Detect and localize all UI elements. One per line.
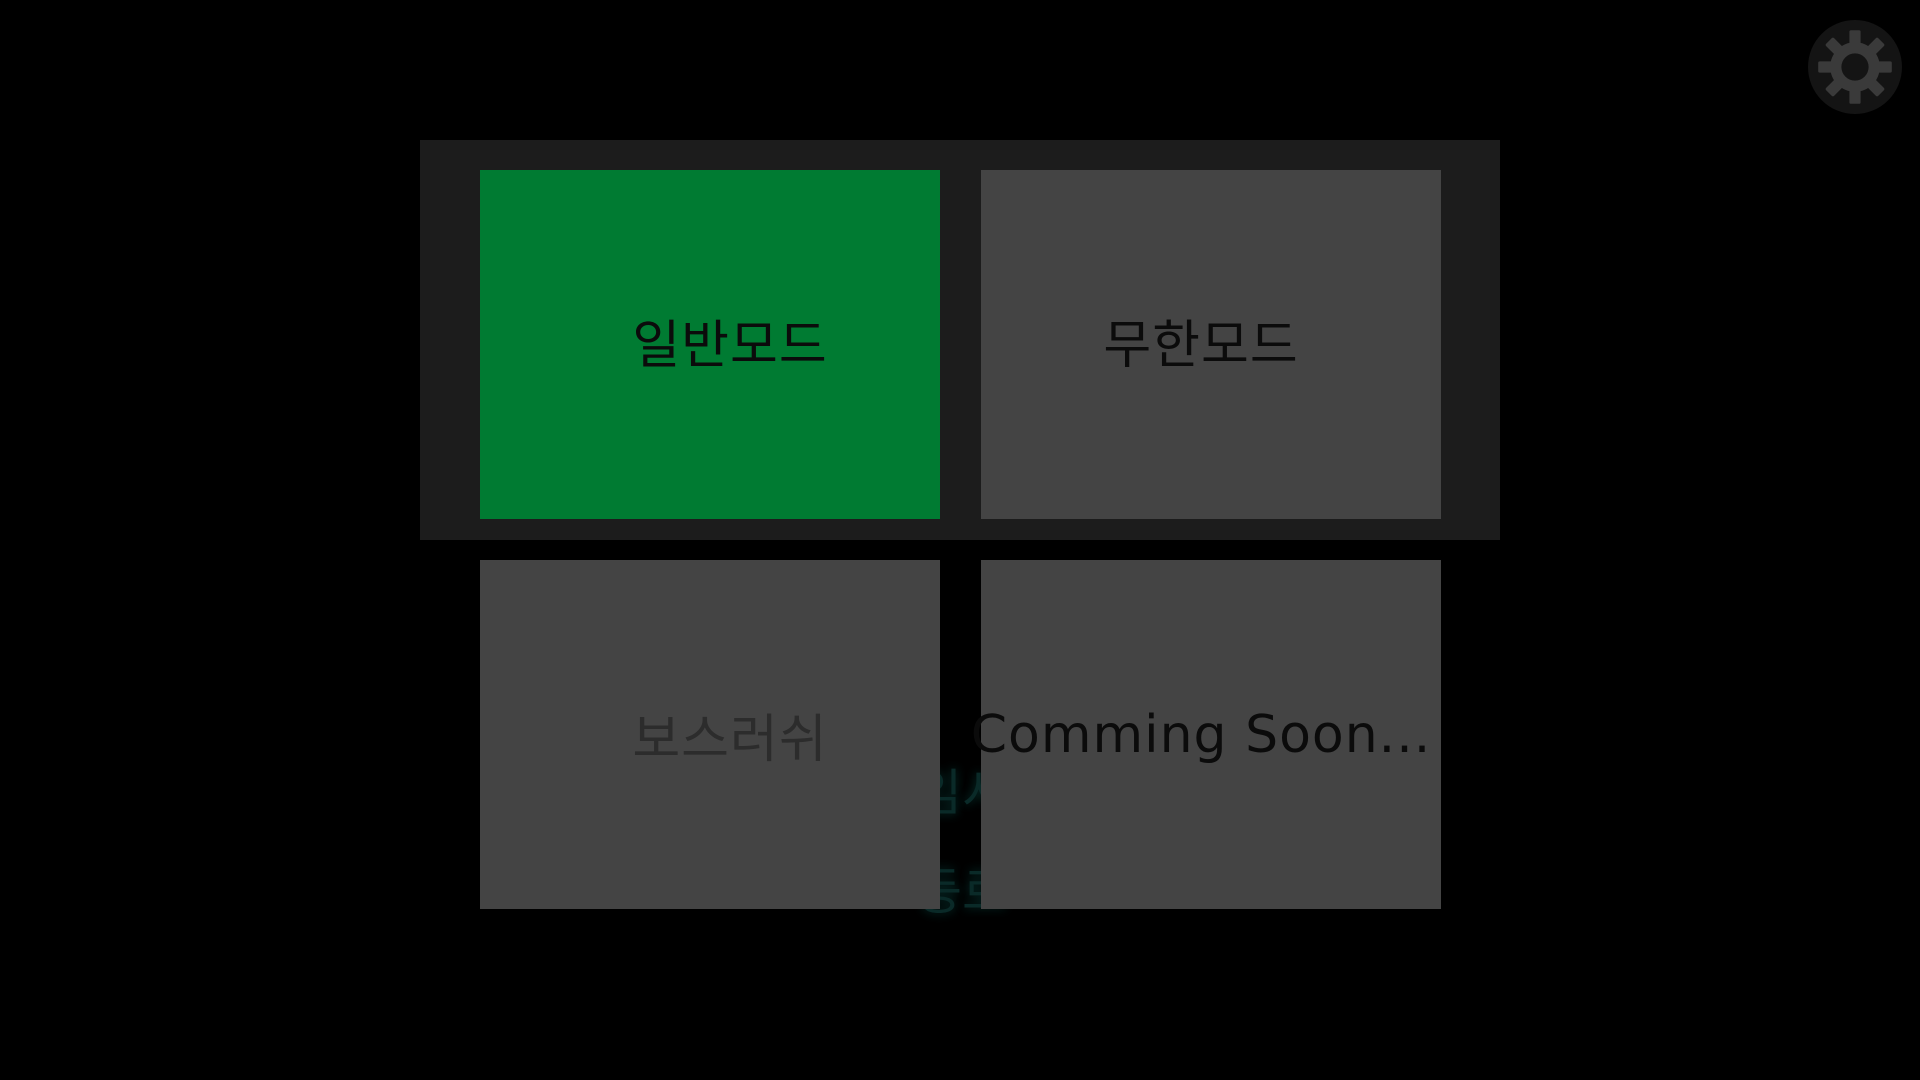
mode-tile-normal[interactable]: 일반모드	[480, 170, 940, 519]
mode-tile-boss-rush[interactable]: 보스러쉬	[480, 560, 940, 909]
settings-button[interactable]	[1808, 20, 1902, 114]
mode-tile-label: Comming Soon...	[970, 704, 1432, 765]
gear-icon	[1818, 30, 1892, 104]
mode-tile-endless[interactable]: 무한모드	[981, 170, 1441, 519]
mode-tile-label: 일반모드	[632, 316, 828, 376]
mode-tile-coming-soon[interactable]: Comming Soon...	[971, 560, 1441, 909]
mode-tile-label: 무한모드	[1103, 316, 1299, 376]
game-screen: 임시 등로 일반모드 무한모드 보스러쉬 Comming Soon...	[0, 0, 1920, 1080]
mode-tile-label: 보스러쉬	[632, 710, 828, 770]
